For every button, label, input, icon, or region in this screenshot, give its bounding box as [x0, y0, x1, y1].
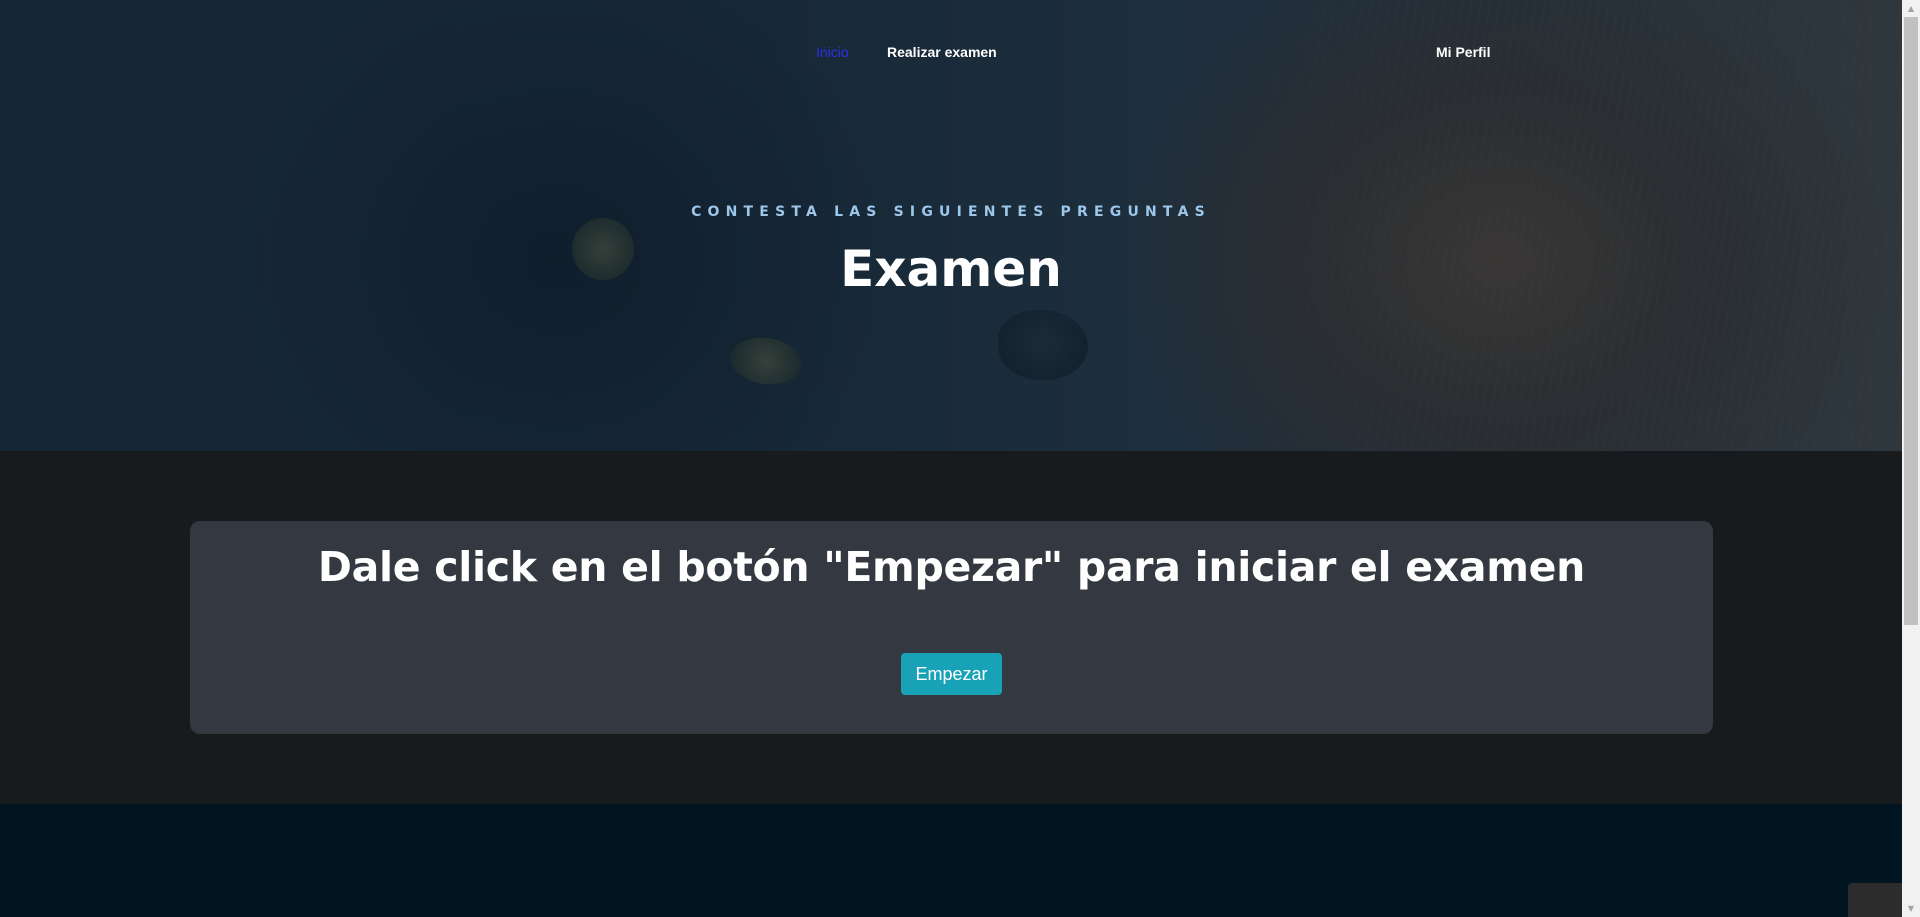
- page-title: Examen: [840, 240, 1062, 298]
- start-exam-button[interactable]: Empezar: [901, 653, 1002, 695]
- main-section: Dale click en el botón "Empezar" para in…: [0, 451, 1902, 804]
- footer: [0, 804, 1902, 917]
- hero-section: Inicio Realizar examen Mi Perfil CONTEST…: [0, 0, 1902, 451]
- start-card: Dale click en el botón "Empezar" para in…: [190, 521, 1713, 734]
- page: Inicio Realizar examen Mi Perfil CONTEST…: [0, 0, 1920, 917]
- nav-link-profile[interactable]: Mi Perfil: [1436, 44, 1490, 60]
- nav-link-home[interactable]: Inicio: [816, 44, 849, 60]
- hero-overlay: [0, 0, 1902, 451]
- corner-widget[interactable]: [1848, 883, 1902, 917]
- main-nav: Inicio Realizar examen Mi Perfil: [0, 44, 1902, 62]
- start-instructions-heading: Dale click en el botón "Empezar" para in…: [317, 543, 1586, 591]
- scroll-up-icon[interactable]: ▲: [1902, 0, 1920, 17]
- vertical-scrollbar[interactable]: ▲ ▼: [1902, 0, 1920, 917]
- scroll-down-icon[interactable]: ▼: [1902, 900, 1920, 917]
- hero-subtitle: CONTESTA LAS SIGUIENTES PREGUNTAS: [691, 204, 1211, 220]
- nav-link-take-exam[interactable]: Realizar examen: [887, 44, 997, 60]
- scrollbar-thumb[interactable]: [1904, 17, 1918, 625]
